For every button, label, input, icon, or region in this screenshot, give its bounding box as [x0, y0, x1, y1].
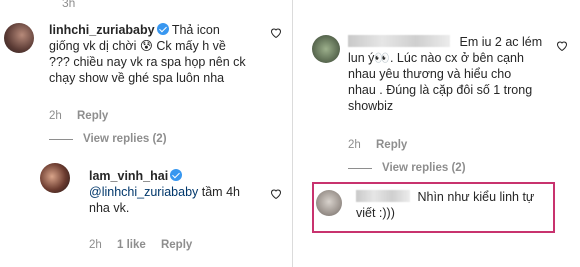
comment-text-line: chạy show về ghé spa luôn nha — [49, 71, 225, 85]
comment-meta: 2h Reply — [49, 110, 120, 122]
view-replies-button[interactable]: View replies (2) — [348, 162, 466, 174]
comment-text-line: ??? chiều nay vk ra spa họp nên ck — [49, 55, 246, 69]
comment-text-line: nhau yêu thương và hiểu cho — [348, 67, 512, 81]
reply-button[interactable]: Reply — [376, 139, 407, 151]
comment-text-line: nha vk. — [89, 201, 130, 215]
comment-body: linhchi_zuriababy Thả icon giống vk dị c… — [49, 22, 289, 86]
verified-badge-icon — [156, 23, 169, 35]
view-replies-line — [49, 138, 73, 140]
view-replies-label: View replies (2) — [83, 133, 167, 145]
verified-badge-icon — [170, 169, 183, 181]
avatar[interactable] — [40, 163, 70, 193]
comment-text-line: Thả icon — [171, 23, 220, 37]
comment-text-line: nhau . Đúng là cặp đôi số 1 trong — [348, 83, 533, 97]
comment-text-line: lun ý👀. Lúc nào cx ở bên cạnh — [348, 51, 524, 65]
view-replies-button[interactable]: View replies (2) — [49, 133, 167, 145]
comment-text-line: viết :))) — [356, 206, 395, 220]
reply-body: lam_vinh_hai @linhchi_zuriababy tầm 4h n… — [89, 168, 289, 216]
comment-text-line: Nhìn như kiểu linh tự — [417, 190, 535, 204]
comment-username[interactable]: lam_vinh_hai — [89, 169, 168, 183]
like-heart-icon[interactable] — [270, 188, 282, 202]
like-heart-icon[interactable] — [270, 27, 282, 41]
comment-meta: 2h Reply — [348, 139, 419, 151]
blurred-username[interactable] — [348, 35, 450, 47]
mention-link[interactable]: @linhchi_zuriababy — [89, 185, 198, 199]
comment-time: 2h — [49, 110, 62, 122]
comment-time: 2h — [89, 239, 102, 251]
image-divider — [292, 0, 293, 267]
avatar[interactable] — [4, 23, 34, 53]
reply-button[interactable]: Reply — [77, 110, 108, 122]
comment-text-line: Em iu 2 ac lém — [459, 35, 543, 49]
comment-body: Nhìn như kiểu linh tự viết :))) — [356, 189, 551, 221]
like-count[interactable]: 1 like — [117, 239, 146, 251]
comment-time: 2h — [348, 139, 361, 151]
timestamp-top: 3h — [62, 0, 76, 10]
comment-text-line: showbiz — [348, 99, 394, 113]
blurred-username[interactable] — [356, 190, 410, 202]
comment-text: tầm 4h — [198, 185, 240, 199]
comment-username[interactable]: linhchi_zuriababy — [49, 23, 155, 37]
comment-body: Em iu 2 ac lém lun ý👀. Lúc nào cx ở bên … — [348, 34, 558, 114]
view-replies-line — [348, 167, 372, 169]
like-heart-icon[interactable] — [556, 40, 568, 54]
avatar[interactable] — [316, 190, 342, 216]
avatar[interactable] — [312, 35, 340, 63]
view-replies-label: View replies (2) — [382, 162, 466, 174]
reply-button[interactable]: Reply — [161, 239, 192, 251]
comment-text-line: giống vk dị chời 😰 Ck mấy h về — [49, 39, 226, 53]
comment-meta: 2h 1 like Reply — [89, 239, 204, 251]
